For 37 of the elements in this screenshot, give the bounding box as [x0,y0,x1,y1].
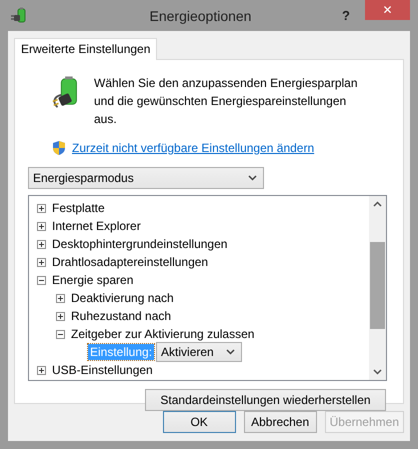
expand-icon[interactable] [56,294,65,302]
dialog-button[interactable]: OK [162,411,236,433]
intro-text: Wählen Sie den anzupassenden Energiesparplan und die gewünschten Energiespareinstellungen aus. [94,75,359,128]
collapse-icon[interactable] [37,276,46,284]
scrollbar-thumb[interactable] [370,242,385,329]
tree-item[interactable]: Ruhezustand nach [71,309,172,323]
chevron-down-icon [248,175,257,181]
expand-icon[interactable] [56,312,65,320]
expand-icon[interactable] [37,222,46,230]
tree-item[interactable]: Deaktivierung nach [71,291,174,305]
expand-icon[interactable] [37,366,46,374]
expand-icon[interactable] [37,258,46,266]
tree-item[interactable]: Zeitgeber zur Aktivierung zulassen [71,327,254,341]
chevron-down-icon [226,349,236,355]
battery-plug-icon [10,6,28,24]
shield-icon [52,140,66,156]
tree-item[interactable]: USB-Einstellungen [52,363,153,377]
restore-defaults-button[interactable]: Standardeinstellungen wiederherstellen [145,389,386,411]
tree-item[interactable]: Drahtlosadaptereinstellungen [52,255,208,269]
tree-item[interactable]: Internet Explorer [52,219,141,233]
help-button[interactable]: ? [333,6,359,26]
tree-item[interactable]: Desktophintergrundeinstellungen [52,237,228,251]
dialog-button[interactable]: Abbrechen [244,411,317,433]
window-title: Energieoptionen [148,8,252,24]
tree-item[interactable]: Energie sparen [52,273,134,287]
tree-item[interactable]: Festplatte [52,201,105,215]
expand-icon[interactable] [37,240,46,248]
expand-icon[interactable] [37,204,46,212]
tab[interactable]: Erweiterte Einstellungen [14,38,158,60]
collapse-icon[interactable] [56,330,65,338]
chevron-down-icon[interactable] [373,369,382,375]
change-settings-link[interactable]: Zurzeit nicht verfügbare Einstellungen ändern [72,141,314,155]
chevron-up-icon[interactable] [373,201,382,207]
plan-dropdown[interactable]: Energiesparmodus [28,167,264,189]
close-button[interactable]: ✕ [365,0,410,20]
setting-dropdown[interactable]: Aktivieren [156,342,242,362]
scrollbar[interactable] [369,196,386,380]
